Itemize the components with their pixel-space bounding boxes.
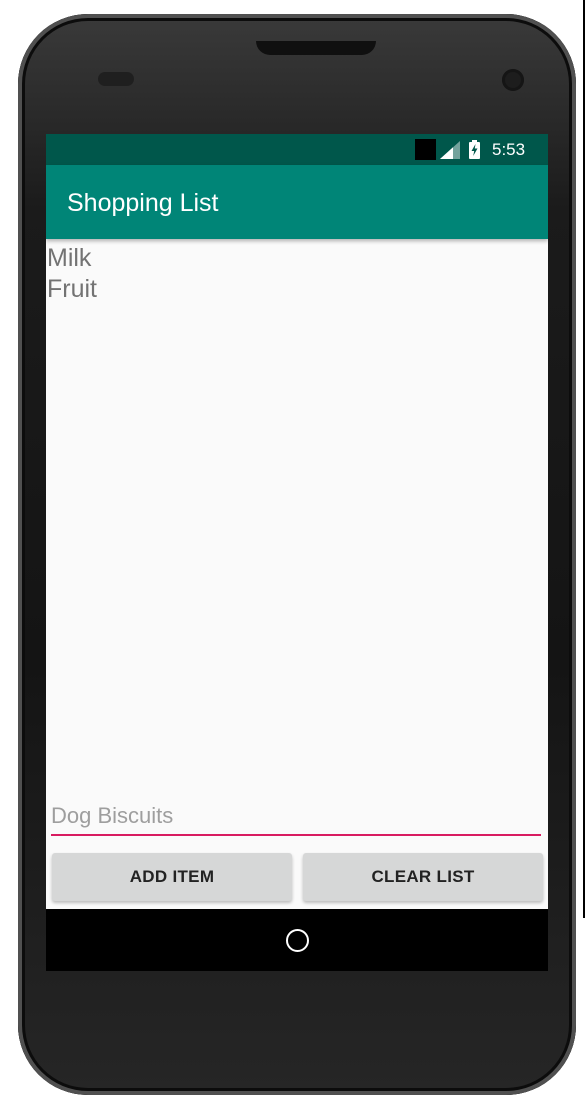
app-title: Shopping List [67, 189, 219, 217]
battery-charging-icon [469, 140, 480, 159]
status-time: 5:53 [492, 140, 526, 159]
list-item[interactable]: Milk [46, 243, 548, 274]
add-item-button[interactable]: ADD ITEM [52, 853, 292, 901]
list-item[interactable]: Fruit [46, 274, 548, 305]
navigation-bar [46, 909, 548, 971]
front-camera-icon [502, 69, 524, 91]
shopping-list: Milk Fruit [46, 243, 548, 305]
earpiece-speaker [256, 41, 376, 55]
item-input-container [51, 798, 543, 838]
device-screen: 5:53 Shopping List Milk Fruit ADD ITEM C… [46, 134, 548, 971]
home-icon[interactable] [286, 929, 309, 952]
status-bar: 5:53 [46, 134, 548, 165]
frame-edge-line [583, 0, 585, 918]
app-bar: Shopping List [46, 165, 548, 239]
front-sensor [98, 72, 134, 86]
cell-signal-icon [440, 141, 460, 159]
notification-block-icon [415, 139, 436, 160]
item-input[interactable] [51, 798, 541, 836]
clear-list-button[interactable]: CLEAR LIST [303, 853, 543, 901]
